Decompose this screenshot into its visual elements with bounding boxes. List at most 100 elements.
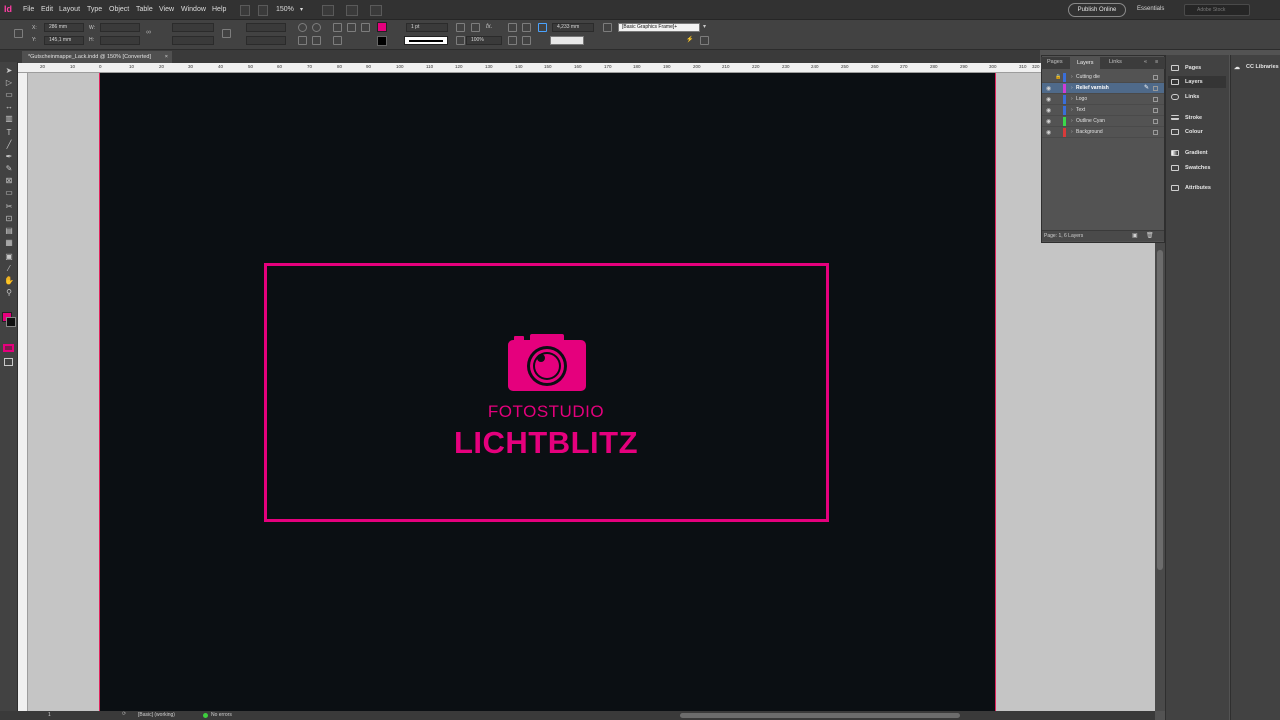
eyedropper-tool-icon[interactable]: ⁄ (4, 264, 14, 273)
dimension-field[interactable]: 4,233 mm (552, 23, 594, 32)
preflight-icon[interactable]: ⟳ (122, 711, 126, 717)
layer-row[interactable]: ◉ › Background (1042, 127, 1164, 138)
delete-layer-icon[interactable]: 🗑 (1146, 231, 1154, 242)
gradient-feather-tool-icon[interactable]: ▦ (4, 238, 14, 247)
shear-field[interactable] (246, 36, 286, 45)
fill-swatch[interactable] (377, 22, 387, 32)
gap-tool-icon[interactable]: ↔ (4, 102, 14, 111)
reference-point-icon[interactable] (14, 29, 23, 38)
object-style-dropdown[interactable]: [Basic Graphics Frame]+ (618, 23, 700, 32)
visibility-eye-icon[interactable]: ◉ (1046, 107, 1051, 114)
hand-tool-icon[interactable]: ✋ (4, 276, 14, 285)
layer-row[interactable]: ◉ › Text (1042, 105, 1164, 116)
layer-row[interactable]: ◉ › Relief varnish ✎ (1042, 83, 1164, 94)
lock-icon[interactable]: 🔒 (1055, 74, 1061, 80)
quick-apply-icon[interactable]: ⚡ (686, 36, 695, 45)
expand-arrow-icon[interactable]: › (1071, 118, 1073, 124)
rectangle-frame-tool-icon[interactable]: ⊠ (4, 176, 14, 185)
layer-row[interactable]: ◉ › Logo (1042, 94, 1164, 105)
workspace-switcher[interactable]: Essentials (1137, 6, 1164, 12)
flip-vertical-icon[interactable] (312, 36, 321, 45)
voucher-frame[interactable] (264, 263, 829, 522)
expand-arrow-icon[interactable]: › (1071, 85, 1073, 91)
zoom-level[interactable]: 150% (276, 6, 294, 13)
collapse-panel-icon[interactable]: « (1144, 59, 1147, 65)
screen-mode-tool-icon[interactable] (4, 358, 13, 366)
publish-online-button[interactable]: Publish Online (1068, 3, 1126, 17)
opacity-field[interactable]: 100% (466, 36, 502, 45)
text-wrap-dropdown[interactable] (550, 36, 584, 45)
cc-libraries-button[interactable]: ☁ CC Libraries (1234, 64, 1279, 71)
stock-search-input[interactable]: Adobe Stock (1184, 4, 1250, 16)
effects-icon[interactable] (471, 23, 480, 32)
object-style-icon[interactable] (603, 23, 612, 32)
auto-fit-icon[interactable] (522, 36, 531, 45)
dock-links[interactable]: Links (1168, 91, 1226, 103)
bridge-icon[interactable] (240, 5, 250, 16)
content-collector-icon[interactable]: ▥ (4, 114, 14, 123)
drop-shadow-icon[interactable] (456, 23, 465, 32)
rotate-ccw-icon[interactable] (312, 23, 321, 32)
expand-arrow-icon[interactable]: › (1071, 96, 1073, 102)
x-position-field[interactable]: 286 mm (44, 23, 84, 32)
menu-layout[interactable]: Layout (59, 6, 80, 13)
preflight-profile[interactable]: [Basic] (working) (138, 712, 175, 718)
rotate-cw-icon[interactable] (298, 23, 307, 32)
align-left-icon[interactable] (508, 23, 517, 32)
expand-arrow-icon[interactable]: › (1071, 129, 1073, 135)
type-tool-icon[interactable]: T (4, 128, 14, 137)
frame-fitting-icon[interactable] (538, 23, 547, 32)
expand-arrow-icon[interactable]: › (1071, 74, 1073, 80)
apply-color-icon[interactable] (3, 344, 14, 352)
dock-attributes[interactable]: Attributes (1168, 182, 1226, 194)
tab-links[interactable]: Links (1109, 59, 1122, 65)
distribute-icon[interactable] (508, 36, 517, 45)
visibility-eye-icon[interactable]: ◉ (1046, 85, 1051, 92)
flip-horizontal-icon[interactable] (298, 36, 307, 45)
panel-menu-icon[interactable] (700, 36, 709, 45)
select-previous-icon[interactable] (361, 23, 370, 32)
opacity-icon[interactable] (456, 36, 465, 45)
menu-file[interactable]: File (23, 6, 34, 13)
screen-mode-icon[interactable] (346, 5, 358, 16)
horizontal-scroll-thumb[interactable] (680, 713, 960, 718)
menu-window[interactable]: Window (181, 6, 206, 13)
note-tool-icon[interactable]: ▣ (4, 252, 14, 261)
page-number-field[interactable]: 1 (48, 712, 51, 718)
visibility-eye-icon[interactable]: ◉ (1046, 129, 1051, 136)
tab-layers[interactable]: Layers (1070, 57, 1100, 69)
scale-y-field[interactable] (172, 36, 214, 45)
dock-pages[interactable]: Pages (1168, 62, 1226, 74)
select-next-icon[interactable] (333, 36, 342, 45)
layer-row[interactable]: 🔒 › Cutting die (1042, 72, 1164, 83)
layer-target-icon[interactable] (1153, 97, 1158, 102)
layer-target-icon[interactable] (1153, 75, 1158, 80)
menu-help[interactable]: Help (212, 6, 226, 13)
select-content-icon[interactable] (347, 23, 356, 32)
rotation-field[interactable] (246, 23, 286, 32)
vertical-scroll-thumb[interactable] (1157, 250, 1163, 570)
menu-edit[interactable]: Edit (41, 6, 53, 13)
pencil-tool-icon[interactable]: ✎ (4, 164, 14, 173)
page-tool-icon[interactable]: ▭ (4, 90, 14, 99)
new-layer-icon[interactable]: ▣ (1132, 231, 1138, 242)
layer-target-icon[interactable] (1153, 108, 1158, 113)
direct-selection-tool-icon[interactable]: ▷ (4, 78, 14, 87)
scale-x-field[interactable] (172, 23, 214, 32)
document-tab[interactable]: *Gutscheinmappe_Lack.indd @ 150% [Conver… (22, 51, 172, 63)
constrain-scale-icon[interactable] (222, 29, 231, 38)
layer-target-icon[interactable] (1153, 86, 1158, 91)
panel-menu-icon[interactable]: ≡ (1155, 59, 1158, 65)
close-tab-icon[interactable]: × (165, 51, 168, 63)
scissors-tool-icon[interactable]: ✂ (4, 202, 14, 211)
dock-stroke[interactable]: Stroke (1168, 112, 1226, 124)
arrange-documents-icon[interactable] (370, 5, 382, 16)
layer-target-icon[interactable] (1153, 130, 1158, 135)
stock-icon[interactable] (258, 5, 268, 16)
stroke-color-swatch[interactable] (6, 317, 16, 327)
dock-gradient[interactable]: Gradient (1168, 147, 1226, 159)
zoom-dropdown-icon[interactable]: ▾ (300, 6, 303, 13)
width-field[interactable] (100, 23, 140, 32)
menu-table[interactable]: Table (136, 6, 153, 13)
gradient-swatch-tool-icon[interactable]: ▤ (4, 226, 14, 235)
